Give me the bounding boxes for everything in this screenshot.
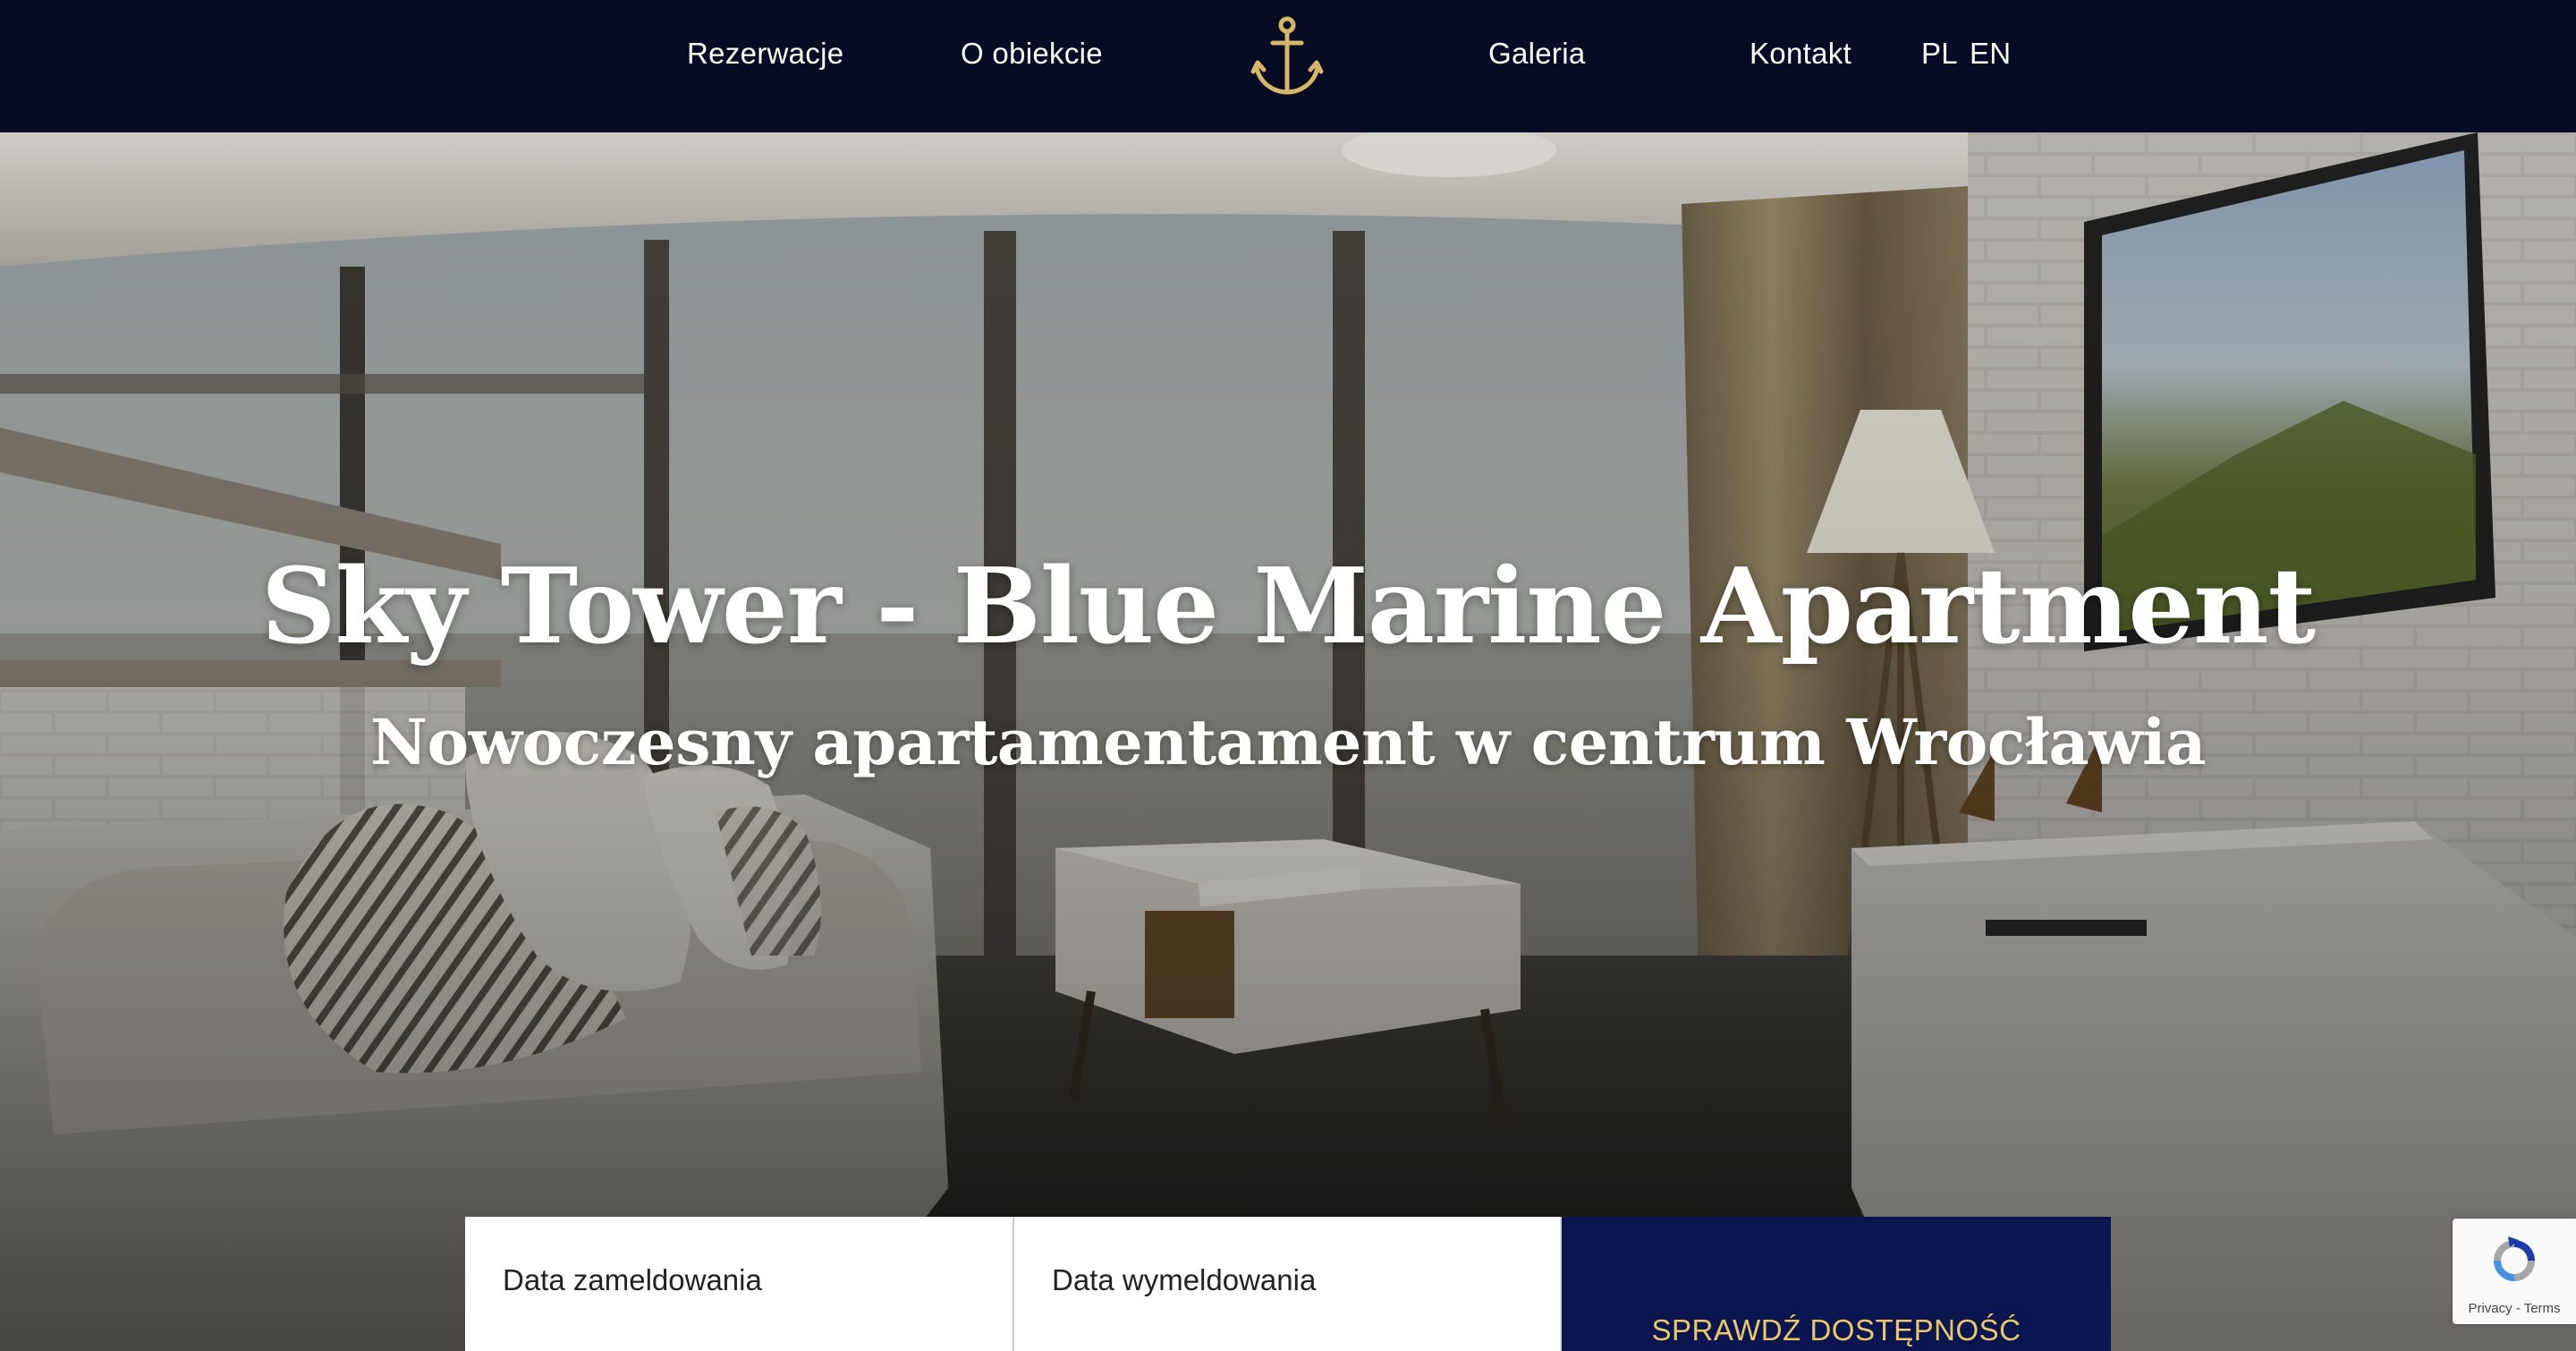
hero-title: Sky Tower - Blue Marine Apartment [260,546,2316,667]
booking-form: Data zameldowania Data wymeldowania SPRA… [465,1217,2111,1351]
hero-section: Sky Tower - Blue Marine Apartment Nowocz… [0,132,2576,1351]
language-en-link[interactable]: EN [1970,34,2011,73]
top-navigation-bar: Rezerwacje O obiekcie Galeria Kontakt PL… [0,0,2576,132]
checkin-date-field[interactable]: Data zameldowania [465,1217,1014,1351]
nav-link-kontakt[interactable]: Kontakt [1750,34,1852,73]
language-pl-link[interactable]: PL [1921,34,1958,73]
nav-link-o-obiekcie[interactable]: O obiekcie [961,34,1103,73]
checkin-placeholder: Data zameldowania [503,1263,762,1296]
recaptcha-badge[interactable]: Privacy - Terms [2453,1219,2576,1324]
nav-link-rezerwacje[interactable]: Rezerwacje [687,34,843,73]
anchor-icon[interactable] [1250,16,1325,98]
recaptcha-terms-link[interactable]: Terms [2524,1301,2561,1316]
recaptcha-links: Privacy - Terms [2453,1301,2576,1316]
recaptcha-separator: - [2512,1301,2524,1316]
hero-subtitle: Nowoczesny apartamentament w centrum Wro… [370,705,2206,779]
nav-link-galeria[interactable]: Galeria [1488,34,1585,73]
check-availability-button[interactable]: SPRAWDŹ DOSTĘPNOŚĆ [1562,1217,2111,1351]
recaptcha-privacy-link[interactable]: Privacy [2468,1301,2512,1316]
recaptcha-icon [2494,1236,2535,1281]
page: Rezerwacje O obiekcie Galeria Kontakt PL… [0,0,2576,1351]
checkout-placeholder: Data wymeldowania [1052,1263,1317,1296]
checkout-date-field[interactable]: Data wymeldowania [1014,1217,1562,1351]
